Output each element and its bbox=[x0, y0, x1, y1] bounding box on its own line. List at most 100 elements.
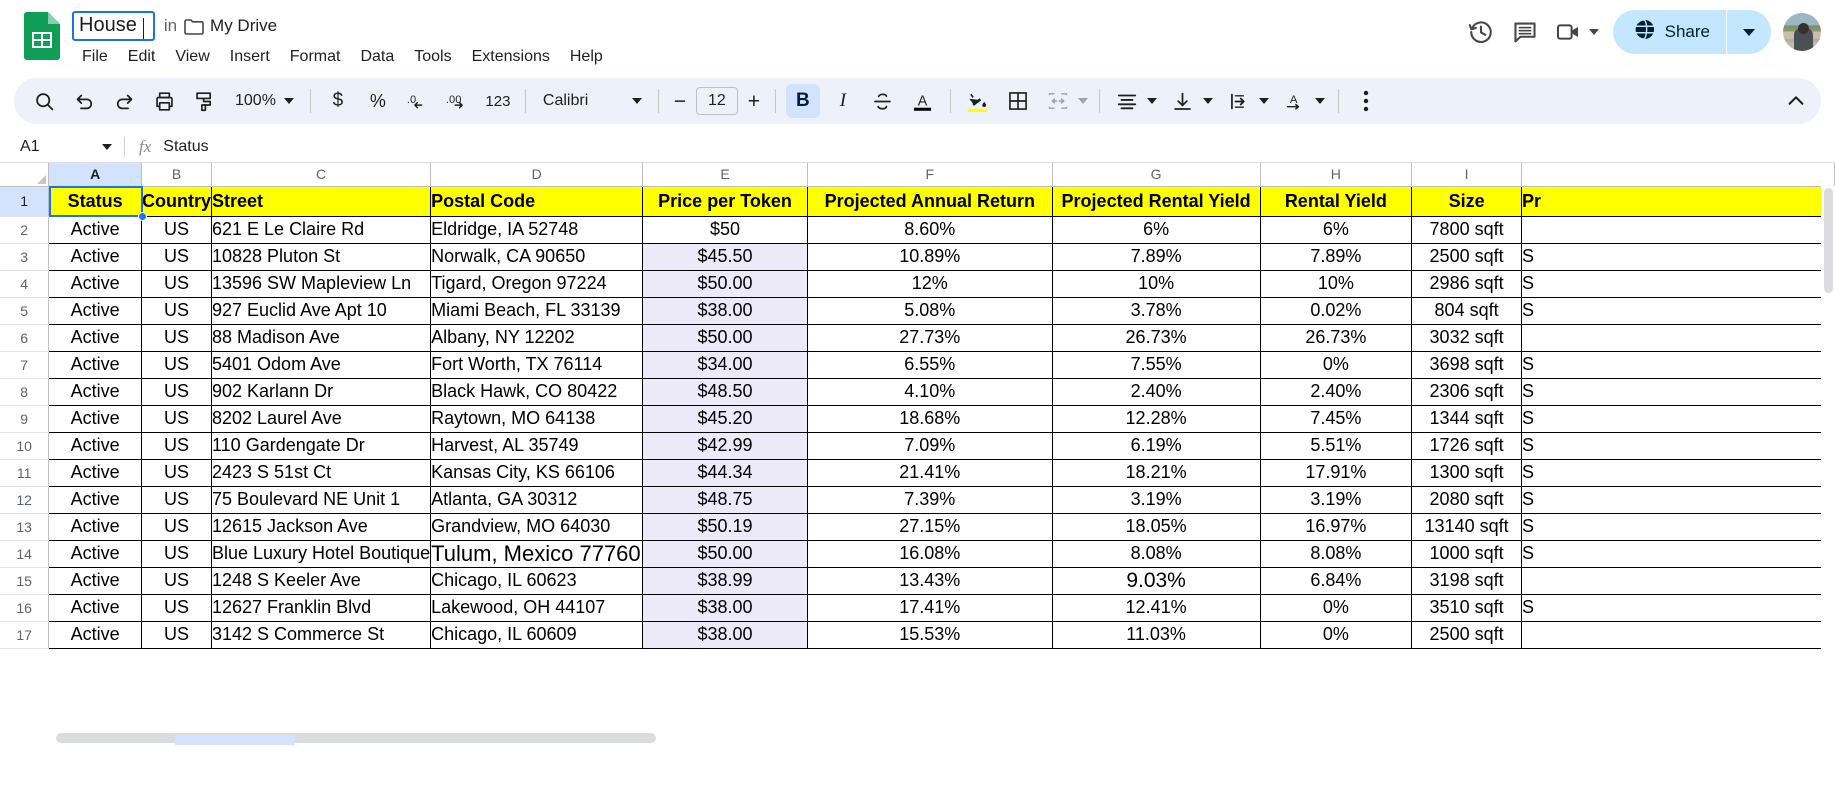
menu-file[interactable]: File bbox=[73, 45, 117, 69]
menu-edit[interactable]: Edit bbox=[119, 45, 165, 69]
cell-E6[interactable]: $50.00 bbox=[642, 324, 808, 352]
cell-I10[interactable]: 1726 sqft bbox=[1411, 432, 1522, 460]
row-header-12[interactable]: 12 bbox=[0, 486, 50, 514]
row-header-2[interactable]: 2 bbox=[0, 216, 50, 244]
cell-E16[interactable]: $38.00 bbox=[642, 594, 808, 622]
cell-H8[interactable]: 2.40% bbox=[1260, 378, 1413, 406]
cell-E1[interactable]: Price per Token bbox=[642, 186, 808, 217]
cell-A4[interactable]: Active bbox=[48, 270, 142, 298]
vertical-align-icon[interactable] bbox=[1166, 84, 1200, 118]
cell-B1[interactable]: Country bbox=[141, 186, 212, 217]
column-header-D[interactable]: D bbox=[430, 163, 644, 187]
cell-J8[interactable]: S bbox=[1521, 378, 1835, 406]
cell-A5[interactable]: Active bbox=[48, 297, 142, 325]
cell-B5[interactable]: US bbox=[141, 297, 212, 325]
cell-B13[interactable]: US bbox=[141, 513, 212, 541]
cell-I15[interactable]: 3198 sqft bbox=[1411, 567, 1522, 595]
cell-D11[interactable]: Kansas City, KS 66106 bbox=[430, 459, 644, 487]
cell-G1[interactable]: Projected Rental Yield bbox=[1052, 186, 1261, 217]
cell-I3[interactable]: 2500 sqft bbox=[1411, 243, 1522, 271]
cell-E9[interactable]: $45.20 bbox=[642, 405, 808, 433]
row-header-4[interactable]: 4 bbox=[0, 270, 50, 298]
cell-F7[interactable]: 6.55% bbox=[807, 351, 1053, 379]
cell-I7[interactable]: 3698 sqft bbox=[1411, 351, 1522, 379]
cell-G13[interactable]: 18.05% bbox=[1052, 513, 1261, 541]
cell-E8[interactable]: $48.50 bbox=[642, 378, 808, 406]
sheet-tab-indicator[interactable] bbox=[175, 735, 295, 745]
user-avatar[interactable] bbox=[1783, 13, 1821, 51]
cell-H13[interactable]: 16.97% bbox=[1260, 513, 1413, 541]
cell-H12[interactable]: 3.19% bbox=[1260, 486, 1413, 514]
cell-A3[interactable]: Active bbox=[48, 243, 142, 271]
cell-F17[interactable]: 15.53% bbox=[807, 621, 1053, 649]
cell-E12[interactable]: $48.75 bbox=[642, 486, 808, 514]
fill-color-icon[interactable] bbox=[961, 84, 995, 118]
cell-B2[interactable]: US bbox=[141, 216, 212, 244]
decrease-font-size-button[interactable]: − bbox=[666, 87, 694, 115]
cell-E2[interactable]: $50 bbox=[642, 216, 808, 244]
cell-G4[interactable]: 10% bbox=[1052, 270, 1261, 298]
cell-I4[interactable]: 2986 sqft bbox=[1411, 270, 1522, 298]
vertical-scrollbar-thumb[interactable] bbox=[1824, 188, 1833, 293]
row-header-14[interactable]: 14 bbox=[0, 540, 50, 568]
cell-E15[interactable]: $38.99 bbox=[642, 567, 808, 595]
cell-J15[interactable] bbox=[1521, 567, 1835, 595]
cell-I17[interactable]: 2500 sqft bbox=[1411, 621, 1522, 649]
print-icon[interactable] bbox=[147, 84, 181, 118]
cell-F2[interactable]: 8.60% bbox=[807, 216, 1053, 244]
cell-H17[interactable]: 0% bbox=[1260, 621, 1413, 649]
cell-H5[interactable]: 0.02% bbox=[1260, 297, 1413, 325]
cell-E14[interactable]: $50.00 bbox=[642, 540, 808, 568]
cell-F14[interactable]: 16.08% bbox=[807, 540, 1053, 568]
cell-B16[interactable]: US bbox=[141, 594, 212, 622]
cell-H4[interactable]: 10% bbox=[1260, 270, 1413, 298]
cell-A1[interactable]: Status bbox=[48, 186, 142, 217]
cell-A11[interactable]: Active bbox=[48, 459, 142, 487]
cell-C14[interactable]: Blue Luxury Hotel Boutique bbox=[211, 540, 432, 568]
row-header-9[interactable]: 9 bbox=[0, 405, 50, 433]
cell-J9[interactable]: S bbox=[1521, 405, 1835, 433]
increase-font-size-button[interactable]: + bbox=[740, 87, 768, 115]
cell-G10[interactable]: 6.19% bbox=[1052, 432, 1261, 460]
cell-A2[interactable]: Active bbox=[48, 216, 142, 244]
cell-I11[interactable]: 1300 sqft bbox=[1411, 459, 1522, 487]
cell-E11[interactable]: $44.34 bbox=[642, 459, 808, 487]
cell-B8[interactable]: US bbox=[141, 378, 212, 406]
increase-decimal-button[interactable]: .00 bbox=[441, 84, 475, 118]
text-color-button[interactable]: A bbox=[906, 84, 940, 118]
cell-A17[interactable]: Active bbox=[48, 621, 142, 649]
cell-C9[interactable]: 8202 Laurel Ave bbox=[211, 405, 432, 433]
cell-J5[interactable]: S bbox=[1521, 297, 1835, 325]
cell-D9[interactable]: Raytown, MO 64138 bbox=[430, 405, 644, 433]
cell-D8[interactable]: Black Hawk, CO 80422 bbox=[430, 378, 644, 406]
row-header-11[interactable]: 11 bbox=[0, 459, 50, 487]
menu-extensions[interactable]: Extensions bbox=[463, 45, 559, 69]
cell-G16[interactable]: 12.41% bbox=[1052, 594, 1261, 622]
column-header-H[interactable]: H bbox=[1260, 163, 1413, 187]
cell-H11[interactable]: 17.91% bbox=[1260, 459, 1413, 487]
cell-H6[interactable]: 26.73% bbox=[1260, 324, 1413, 352]
italic-button[interactable]: I bbox=[826, 84, 860, 118]
row-header-3[interactable]: 3 bbox=[0, 243, 50, 271]
font-family-selector[interactable]: Calibri bbox=[533, 84, 651, 118]
fill-handle[interactable] bbox=[138, 212, 147, 221]
bold-button[interactable]: B bbox=[785, 84, 820, 118]
cell-A7[interactable]: Active bbox=[48, 351, 142, 379]
rotation-chevron-down-icon[interactable] bbox=[1314, 98, 1325, 104]
cell-G2[interactable]: 6% bbox=[1052, 216, 1261, 244]
cell-J6[interactable] bbox=[1521, 324, 1835, 352]
undo-icon[interactable] bbox=[67, 84, 101, 118]
cell-I1[interactable]: Size bbox=[1411, 186, 1522, 217]
cell-G17[interactable]: 11.03% bbox=[1052, 621, 1261, 649]
text-wrapping-icon[interactable] bbox=[1222, 84, 1256, 118]
redo-icon[interactable] bbox=[107, 84, 141, 118]
cell-F6[interactable]: 27.73% bbox=[807, 324, 1053, 352]
cell-A16[interactable]: Active bbox=[48, 594, 142, 622]
cell-C7[interactable]: 5401 Odom Ave bbox=[211, 351, 432, 379]
cell-G11[interactable]: 18.21% bbox=[1052, 459, 1261, 487]
decrease-decimal-button[interactable]: .0 bbox=[401, 84, 435, 118]
cell-G9[interactable]: 12.28% bbox=[1052, 405, 1261, 433]
cell-H10[interactable]: 5.51% bbox=[1260, 432, 1413, 460]
cell-I2[interactable]: 7800 sqft bbox=[1411, 216, 1522, 244]
cell-D6[interactable]: Albany, NY 12202 bbox=[430, 324, 644, 352]
